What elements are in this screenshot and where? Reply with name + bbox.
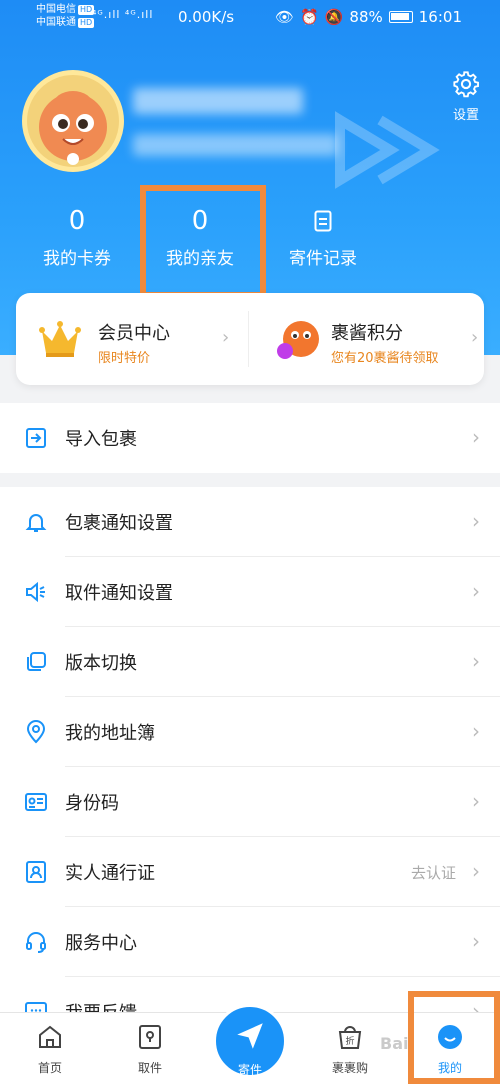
document-icon xyxy=(314,210,332,232)
settings-list: 包裹通知设置 › 取件通知设置 › 版本切换 › 我的地址簿 › 身份码 › 实… xyxy=(0,487,500,1012)
menu-label: 服务中心 xyxy=(65,933,137,954)
nav-label: 寄件 xyxy=(237,1063,262,1077)
stat-coupons[interactable]: 0 我的卡券 xyxy=(22,206,132,269)
mascot-points-icon xyxy=(277,321,319,359)
highlight-box-friends xyxy=(140,185,266,298)
clock: 16:01 xyxy=(418,8,462,26)
chevron-right-icon: › xyxy=(222,327,230,348)
battery-icon xyxy=(388,11,413,23)
chevron-right-icon: › xyxy=(472,929,480,953)
chevron-right-icon: › xyxy=(472,425,480,449)
alarm-icon: ⏰ xyxy=(300,8,319,26)
chevron-right-icon: › xyxy=(472,859,480,883)
chevron-right-icon: › xyxy=(472,719,480,743)
mute-icon: 🔕 xyxy=(324,8,344,26)
carrier-info: 中国电信 HD 中国联通 HD xyxy=(36,3,95,29)
points-button[interactable]: 裹酱积分 您有20裹酱待领取 › xyxy=(249,293,484,385)
menu-label: 我的地址簿 xyxy=(65,723,155,744)
nav-label: 首页 xyxy=(37,1061,62,1075)
member-card: 会员中心 限时特价 › 裹酱积分 您有20裹酱待领取 › xyxy=(16,293,484,385)
verify-link[interactable]: 去认证 xyxy=(411,862,456,883)
member-center-button[interactable]: 会员中心 限时特价 › xyxy=(16,293,248,385)
stat-label: 寄件记录 xyxy=(289,249,357,269)
speaker-icon xyxy=(26,581,45,603)
feedback-icon xyxy=(25,1002,47,1012)
chevron-right-icon: › xyxy=(472,649,480,673)
menu-item-import[interactable]: 导入包裹 › xyxy=(0,403,500,473)
headset-icon xyxy=(26,932,46,953)
watermark: Bai xyxy=(380,1034,409,1053)
stat-label: 我的卡券 xyxy=(43,249,111,269)
carrier-1: 中国电信 xyxy=(36,4,76,15)
svg-text:折: 折 xyxy=(345,1035,354,1047)
crown-icon xyxy=(39,321,81,357)
menu-label: 包裹通知设置 xyxy=(65,513,173,534)
battery-percent: 88% xyxy=(349,8,383,26)
stat-value: 0 xyxy=(68,206,86,236)
chevron-right-icon: › xyxy=(472,509,480,533)
network-speed: 0.00K/s xyxy=(178,8,235,26)
nav-label: 取件 xyxy=(137,1061,162,1075)
id-card-icon xyxy=(25,793,47,811)
location-icon xyxy=(26,720,46,744)
chevron-right-icon: › xyxy=(471,327,479,348)
pickup-icon xyxy=(139,1025,161,1049)
menu-item-real-person-pass[interactable]: 实人通行证 去认证 › xyxy=(0,837,500,907)
eye-icon: 👁 xyxy=(275,8,295,26)
avatar[interactable] xyxy=(22,70,124,172)
member-center-sub: 限时特价 xyxy=(98,351,151,366)
nav-label: 裹裹购 xyxy=(331,1061,368,1075)
menu-label: 我要反馈 xyxy=(65,999,137,1012)
settings-button[interactable]: 设置 xyxy=(446,70,486,123)
points-title: 裹酱积分 xyxy=(331,323,403,344)
send-icon xyxy=(237,1023,263,1049)
settings-label: 设置 xyxy=(452,108,479,123)
switch-icon xyxy=(27,652,46,671)
menu-label: 取件通知设置 xyxy=(65,583,173,604)
signal-icon: ⁴ᴳ.ıll ⁴ᴳ.ıll xyxy=(92,8,154,21)
person-icon xyxy=(26,861,46,883)
status-bar: 中国电信 HD 中国联通 HD ⁴ᴳ.ıll ⁴ᴳ.ıll 0.00K/s 👁 ⏰ … xyxy=(0,0,500,34)
carrier-2: 中国联通 xyxy=(36,17,76,28)
menu-label: 导入包裹 xyxy=(65,429,137,450)
import-icon xyxy=(26,428,46,448)
points-sub: 您有20裹酱待领取 xyxy=(331,351,439,366)
menu-item-address-book[interactable]: 我的地址簿 › xyxy=(0,697,500,767)
nav-home[interactable]: 首页 xyxy=(10,1013,90,1076)
nav-send[interactable]: 寄件 xyxy=(213,1004,287,1078)
mascot-icon xyxy=(39,91,107,165)
nav-shop[interactable]: 折 裹裹购 xyxy=(310,1013,390,1076)
nav-pickup[interactable]: 取件 xyxy=(110,1013,190,1076)
menu-item-version-switch[interactable]: 版本切换 › xyxy=(0,627,500,697)
highlight-box-profile xyxy=(408,991,500,1084)
home-icon xyxy=(39,1025,61,1048)
right-status: 👁 ⏰ 🔕 88% 16:01 xyxy=(275,8,462,26)
menu-item-pickup-notify[interactable]: 取件通知设置 › xyxy=(0,557,500,627)
bell-icon xyxy=(25,514,47,532)
username-blurred xyxy=(133,88,303,114)
stat-send-records[interactable]: 寄件记录 xyxy=(268,206,378,269)
user-info-blurred xyxy=(133,134,338,156)
shop-icon: 折 xyxy=(338,1026,362,1049)
menu-label: 实人通行证 xyxy=(65,863,155,884)
gear-icon xyxy=(453,71,479,98)
chevron-right-icon: › xyxy=(472,579,480,603)
menu-label: 版本切换 xyxy=(65,653,137,674)
menu-item-package-notify[interactable]: 包裹通知设置 › xyxy=(0,487,500,557)
menu-item-service-center[interactable]: 服务中心 › xyxy=(0,907,500,977)
chevron-right-icon: › xyxy=(472,789,480,813)
menu-item-id-code[interactable]: 身份码 › xyxy=(0,767,500,837)
decorative-arrow-icon xyxy=(335,111,440,189)
menu-label: 身份码 xyxy=(65,793,119,814)
member-center-title: 会员中心 xyxy=(98,323,170,344)
import-section: 导入包裹 › xyxy=(0,403,500,473)
